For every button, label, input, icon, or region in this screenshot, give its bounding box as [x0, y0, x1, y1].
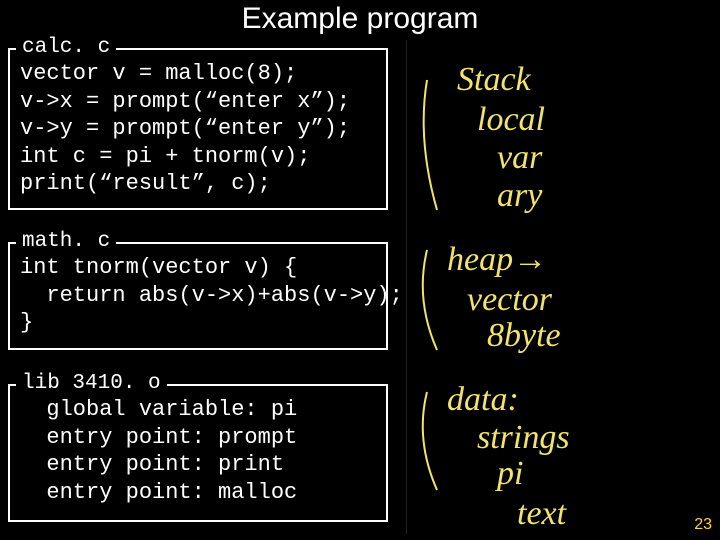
- code-box-lib-label: lib 3410. o: [16, 372, 167, 395]
- code-box-calc-code: vector v = malloc(8); v->x = prompt(“ent…: [10, 50, 386, 206]
- hand-line-9: strings: [477, 419, 570, 456]
- code-box-math-label: math. c: [16, 230, 116, 253]
- hand-line-2: local: [477, 101, 545, 138]
- code-box-calc-label: calc. c: [16, 36, 116, 59]
- code-box-lib-code: global variable: pi entry point: prompt …: [10, 386, 386, 514]
- code-box-math: math. c int tnorm(vector v) { return abs…: [8, 242, 388, 350]
- brace-data: [423, 392, 437, 490]
- hand-line-4: ary: [497, 177, 543, 214]
- code-box-math-code: int tnorm(vector v) { return abs(v->x)+a…: [10, 244, 386, 345]
- hand-line-10: pi: [495, 455, 523, 492]
- hand-line-11: text: [517, 495, 568, 532]
- hand-line-7: 8byte: [487, 317, 561, 354]
- handwriting-svg: Stack local var ary heap→ vector 8byte d…: [407, 40, 715, 534]
- hand-line-6: vector: [467, 281, 553, 318]
- hand-line-8: data:: [447, 381, 519, 418]
- code-box-lib: lib 3410. o global variable: pi entry po…: [8, 384, 388, 522]
- hand-line-5: heap→: [447, 241, 547, 278]
- slide: Example program calc. c vector v = mallo…: [0, 0, 720, 540]
- hand-line-1: Stack: [457, 61, 532, 98]
- brace-stack: [424, 80, 437, 210]
- code-box-calc: calc. c vector v = malloc(8); v->x = pro…: [8, 48, 388, 210]
- page-number: 23: [694, 516, 712, 534]
- brace-heap: [423, 250, 437, 350]
- handwriting-area: Stack local var ary heap→ vector 8byte d…: [406, 40, 715, 534]
- hand-line-3: var: [497, 139, 543, 176]
- page-title: Example program: [0, 2, 720, 36]
